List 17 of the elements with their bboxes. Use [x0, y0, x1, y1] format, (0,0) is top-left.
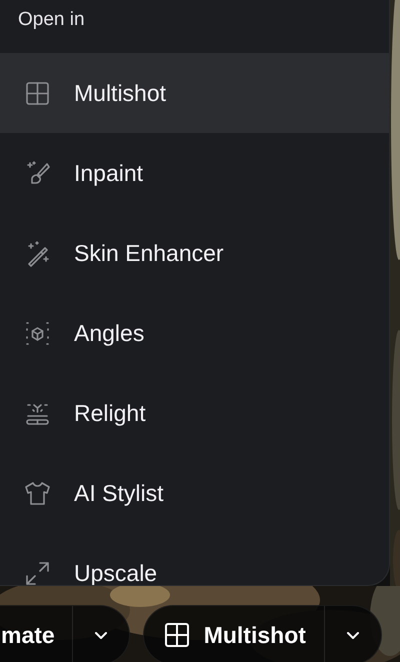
menu-item[interactable]: Upscale — [0, 533, 389, 585]
action-button[interactable]: Multishot — [144, 606, 324, 662]
grid-icon — [24, 80, 51, 106]
menu-item[interactable]: Inpaint — [0, 133, 389, 213]
shirt-icon — [24, 480, 51, 506]
expand-icon — [24, 560, 51, 585]
menu-item[interactable]: Relight — [0, 373, 389, 453]
grid-icon — [164, 623, 189, 647]
chevron-down-icon — [94, 630, 108, 640]
menu-item[interactable]: Angles — [0, 293, 389, 373]
cube-icon — [24, 320, 51, 346]
menu-item[interactable]: AI Stylist — [0, 453, 389, 533]
menu-item[interactable]: Multishot — [0, 53, 389, 133]
chevron-down-icon — [346, 630, 360, 640]
action-button[interactable]: mate — [1, 606, 72, 662]
menu-header: Open in — [17, 8, 86, 32]
menu-item[interactable]: Skin Enhancer — [0, 213, 389, 293]
